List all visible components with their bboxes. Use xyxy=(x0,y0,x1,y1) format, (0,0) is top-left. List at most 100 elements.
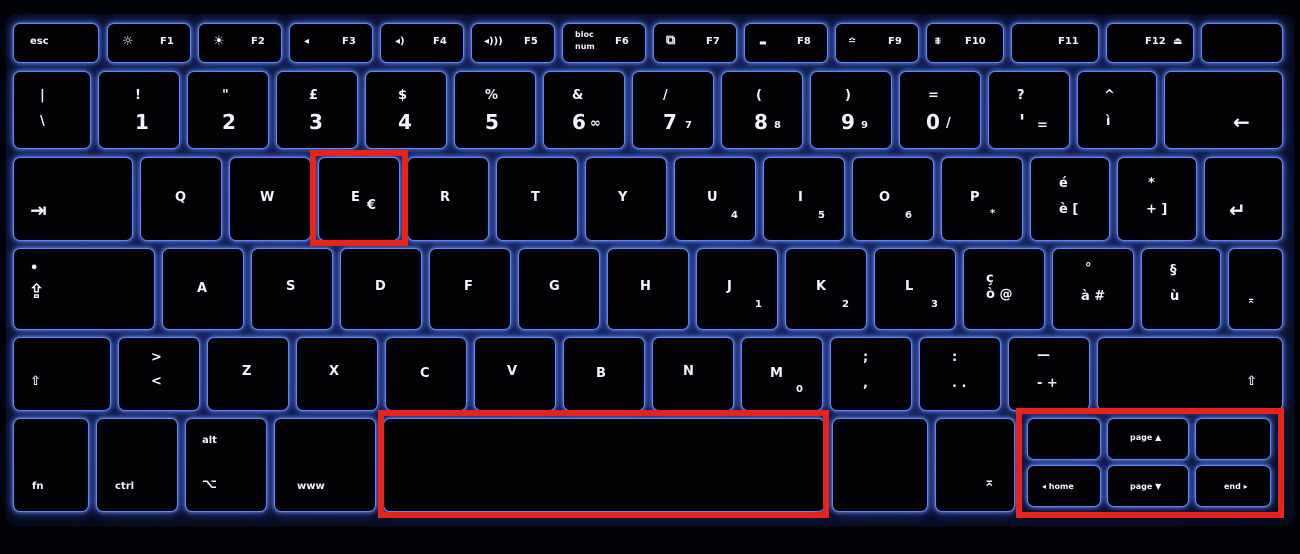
key-d[interactable]: D xyxy=(341,249,421,329)
key-cmd[interactable]: www xyxy=(275,419,375,511)
key-bottom-char: 3 xyxy=(309,110,323,134)
key-e[interactable]: E € xyxy=(319,158,399,240)
key-backslash[interactable]: | \ xyxy=(14,72,90,148)
key-f5[interactable]: ◂))) F5 xyxy=(472,24,554,62)
key-f7[interactable]: ⧉ F7 xyxy=(654,24,736,62)
key-f9[interactable]: ≏ F9 xyxy=(836,24,918,62)
key-f2[interactable]: ☀ F2 xyxy=(199,24,281,62)
key-k[interactable]: K 2 xyxy=(786,249,866,329)
backlight-up-icon: ⩨ xyxy=(935,36,941,47)
key-f3[interactable]: ◂ F3 xyxy=(290,24,372,62)
key-alt[interactable]: alt ⌥ xyxy=(186,419,266,511)
key-dash[interactable]: — - + xyxy=(1009,338,1089,410)
key-j[interactable]: J 1 xyxy=(697,249,777,329)
key-u[interactable]: U 4 xyxy=(675,158,755,240)
key-4[interactable]: $ 4 xyxy=(366,72,446,148)
key-f12[interactable]: F12 ⏏ xyxy=(1107,24,1193,62)
key-w[interactable]: W xyxy=(230,158,310,240)
key-page-up[interactable]: page ▲ xyxy=(1108,419,1188,459)
eject-icon: ⏏ xyxy=(1173,36,1183,47)
key-backspace[interactable]: ← xyxy=(1165,72,1282,148)
key-colon[interactable]: : . . xyxy=(920,338,1000,410)
key-3[interactable]: £ 3 xyxy=(277,72,357,148)
key-blank-bottom[interactable] xyxy=(833,419,927,511)
key-caps-lock[interactable]: • ⇪ xyxy=(14,249,154,329)
key-t[interactable]: T xyxy=(497,158,577,240)
key-v[interactable]: V xyxy=(475,338,555,410)
key-top-char: ç xyxy=(986,271,994,286)
key-top-char: ) xyxy=(845,88,851,103)
key-f4[interactable]: ◂) F4 xyxy=(381,24,463,62)
key-q[interactable]: Q xyxy=(141,158,221,240)
key-nav-blank-right[interactable] xyxy=(1196,419,1270,459)
euro-sign: € xyxy=(367,198,377,213)
key-o[interactable]: O 6 xyxy=(853,158,933,240)
key-nav-blank-left[interactable] xyxy=(1028,419,1100,459)
key-s[interactable]: S xyxy=(252,249,332,329)
windows-icon: ⧉ xyxy=(666,33,676,48)
key-x[interactable]: X xyxy=(297,338,377,410)
key-shift-left[interactable]: ⇧ xyxy=(14,338,110,410)
key-enter[interactable]: ⌅ xyxy=(1229,249,1282,329)
key-top-char: ^ xyxy=(1104,88,1115,103)
caps-lock-led: • xyxy=(30,261,39,276)
key-home[interactable]: ◂ home xyxy=(1028,466,1100,506)
key-end[interactable]: end ▸ xyxy=(1196,466,1270,506)
spacebar[interactable] xyxy=(384,419,824,511)
key-m[interactable]: M 0 xyxy=(742,338,822,410)
key-p[interactable]: P * xyxy=(942,158,1022,240)
key-5[interactable]: % 5 xyxy=(455,72,535,148)
key-z[interactable]: Z xyxy=(208,338,288,410)
key-r[interactable]: R xyxy=(408,158,488,240)
key-degree[interactable]: ° à # xyxy=(1053,249,1133,329)
key-apostrophe[interactable]: ? ' = xyxy=(989,72,1069,148)
key-f10[interactable]: ⩨ F10 xyxy=(927,24,1003,62)
key-alt-char: * xyxy=(990,208,996,219)
key-a[interactable]: A xyxy=(163,249,243,329)
key-fn[interactable]: fn xyxy=(14,419,88,511)
key-2[interactable]: " 2 xyxy=(188,72,268,148)
key-y[interactable]: Y xyxy=(586,158,666,240)
key-esc[interactable]: esc xyxy=(14,24,98,62)
key-7[interactable]: / 7 7 xyxy=(633,72,713,148)
key-f10-label: F10 xyxy=(965,36,986,47)
key-9[interactable]: ) 9 9 xyxy=(811,72,891,148)
key-blank-top-right[interactable] xyxy=(1202,24,1282,62)
key-return[interactable]: ↵ xyxy=(1205,158,1282,240)
key-0[interactable]: = 0 / xyxy=(900,72,980,148)
key-top-char: | xyxy=(40,88,45,103)
key-f[interactable]: F xyxy=(430,249,510,329)
key-f6[interactable]: bloc num F6 xyxy=(563,24,645,62)
key-f1[interactable]: ☼ F1 xyxy=(108,24,190,62)
key-b[interactable]: B xyxy=(564,338,644,410)
key-page-down[interactable]: page ▼ xyxy=(1108,466,1188,506)
key-plus[interactable]: * + ] xyxy=(1118,158,1196,240)
key-ctrl-label: ctrl xyxy=(115,481,135,492)
key-c[interactable]: C xyxy=(386,338,466,410)
key-semicolon[interactable]: ; , xyxy=(831,338,911,410)
key-tab[interactable]: ⇥ xyxy=(14,158,132,240)
key-alt-char: = xyxy=(1037,118,1048,133)
key-f11[interactable]: F11 xyxy=(1012,24,1098,62)
key-g[interactable]: G xyxy=(519,249,599,329)
key-f8[interactable]: ▬ F8 xyxy=(745,24,827,62)
key-angle[interactable]: > < xyxy=(119,338,199,410)
key-shift-right[interactable]: ⇧ xyxy=(1098,338,1282,410)
key-1[interactable]: ! 1 xyxy=(99,72,179,148)
key-alt-label: alt xyxy=(202,435,217,446)
key-l[interactable]: L 3 xyxy=(875,249,955,329)
key-e-grave[interactable]: é è [ xyxy=(1031,158,1109,240)
key-ctrl[interactable]: ctrl xyxy=(97,419,177,511)
key-main-char: U xyxy=(707,190,718,205)
key-6[interactable]: & 6 ∞ xyxy=(544,72,624,148)
key-n[interactable]: N xyxy=(653,338,733,410)
key-i-grave[interactable]: ^ ì xyxy=(1078,72,1156,148)
key-c-cedilla[interactable]: ç ò @ xyxy=(964,249,1044,329)
key-enter-small[interactable]: ⌅ xyxy=(936,419,1014,511)
key-section[interactable]: § ù xyxy=(1142,249,1220,329)
key-bottom-char: 6 xyxy=(572,110,586,134)
return-icon: ↵ xyxy=(1229,198,1246,222)
key-i[interactable]: I 5 xyxy=(764,158,844,240)
key-8[interactable]: ( 8 8 xyxy=(722,72,802,148)
key-h[interactable]: H xyxy=(608,249,688,329)
